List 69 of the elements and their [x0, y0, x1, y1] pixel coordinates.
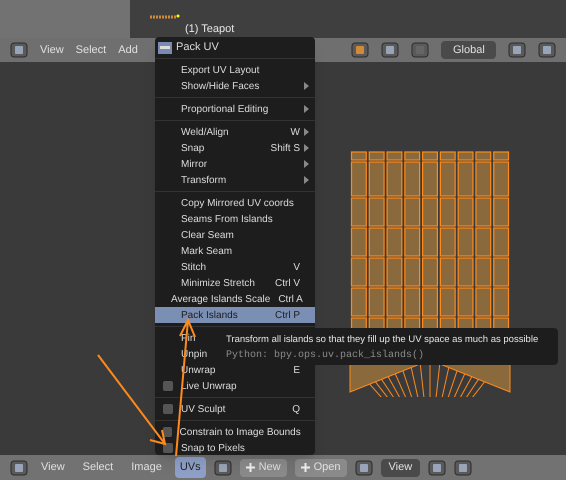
- menu-item[interactable]: UV Sculpt Q: [155, 401, 315, 417]
- editor-type-button[interactable]: [10, 42, 28, 58]
- editor-type-button[interactable]: [10, 460, 28, 476]
- plus-icon: [300, 463, 310, 472]
- menu-item[interactable]: Weld/Align W: [155, 124, 315, 140]
- edge-drawing: [150, 14, 180, 20]
- menu-item-label: UV Sculpt: [181, 402, 226, 416]
- uv-icon: [158, 42, 172, 54]
- menu-item[interactable]: Average Islands Scale Ctrl A: [155, 291, 315, 307]
- orientation-dropdown[interactable]: Global: [441, 41, 496, 59]
- menu-item[interactable]: Show/Hide Faces: [155, 78, 315, 94]
- shortcut-label: Ctrl P: [275, 308, 300, 322]
- shortcut-label: E: [293, 364, 300, 378]
- python-path: Python: bpy.ops.uv.pack_islands(): [226, 348, 424, 363]
- header-menu[interactable]: Add: [118, 42, 138, 58]
- checkbox[interactable]: [163, 404, 173, 414]
- menu-item-label: Average Islands Scale: [171, 292, 270, 306]
- header-menu[interactable]: View: [36, 457, 70, 478]
- menu-item-label: Seams From Islands: [181, 212, 273, 226]
- checkbox[interactable]: [163, 381, 173, 391]
- menu-item-label: Copy Mirrored UV coords: [181, 196, 294, 210]
- menu-item-label: Weld/Align: [181, 126, 229, 140]
- menu-item[interactable]: Pack Islands Ctrl P: [155, 307, 315, 323]
- menu-item[interactable]: Transform: [155, 172, 315, 188]
- tooltip-text: Transform all islands so that they fill up the UV space as much as possible: [226, 333, 538, 346]
- checkbox[interactable]: [163, 427, 172, 437]
- shortcut-label: Ctrl V: [275, 276, 300, 290]
- menu-item[interactable]: Snap Shift S: [155, 140, 315, 156]
- header-menu[interactable]: UVs: [174, 457, 206, 478]
- menu-item-label: Proportional Editing: [181, 102, 268, 116]
- plus-icon: [246, 463, 255, 472]
- menu-item[interactable]: Copy Mirrored UV coords: [155, 195, 315, 211]
- checkbox[interactable]: [163, 443, 173, 453]
- header-menu[interactable]: View: [40, 42, 64, 58]
- submenu-arrow-icon: [304, 82, 309, 90]
- header-menu[interactable]: Image: [126, 457, 167, 478]
- header-menu[interactable]: Select: [76, 42, 106, 58]
- menu-item-label: Stitch: [181, 260, 206, 274]
- menu-item-label: Export UV Layout: [181, 64, 260, 78]
- menu-item-label: Constrain to Image Bounds: [180, 426, 301, 440]
- menu-item-label: Minimize Stretch: [181, 276, 255, 290]
- view-dropdown[interactable]: View: [380, 458, 420, 476]
- menu-item[interactable]: Minimize Stretch Ctrl V: [155, 275, 315, 291]
- submenu-arrow-icon: [304, 105, 309, 113]
- menu-item[interactable]: Mark Seam: [155, 243, 315, 259]
- menu-item[interactable]: Seams From Islands: [155, 211, 315, 227]
- menu-item-label: Mirror: [181, 158, 208, 172]
- menu-item[interactable]: Proportional Editing: [155, 101, 315, 117]
- shortcut-label: Shift S: [270, 142, 300, 156]
- menu-title: Pack UV: [176, 40, 219, 56]
- menu-item[interactable]: Snap to Pixels: [155, 440, 315, 456]
- menu-item[interactable]: Clear Seam: [155, 227, 315, 243]
- header-menu[interactable]: Select: [78, 457, 118, 478]
- shortcut-label: Q: [292, 402, 300, 416]
- menu-item-label: Show/Hide Faces: [181, 80, 260, 94]
- menu-item-label: Clear Seam: [181, 228, 234, 242]
- menu-item[interactable]: Constrain to Image Bounds: [155, 424, 315, 440]
- menu-item-label: Transform: [181, 174, 226, 188]
- menu-item-label: Pack Islands: [181, 308, 238, 322]
- menu-item-label: Snap: [181, 142, 204, 156]
- menu-item[interactable]: Export UV Layout: [155, 62, 315, 78]
- menu-item-label: Mark Seam: [181, 244, 232, 258]
- shortcut-label: V: [293, 260, 300, 274]
- object-label: (1) Teapot: [185, 22, 234, 37]
- menu-item[interactable]: Stitch V: [155, 259, 315, 275]
- menu-item-label: Snap to Pixels: [181, 442, 245, 456]
- menu-item[interactable]: Mirror: [155, 156, 315, 172]
- shortcut-label: Ctrl A: [278, 292, 303, 306]
- shortcut-label: W: [290, 126, 300, 140]
